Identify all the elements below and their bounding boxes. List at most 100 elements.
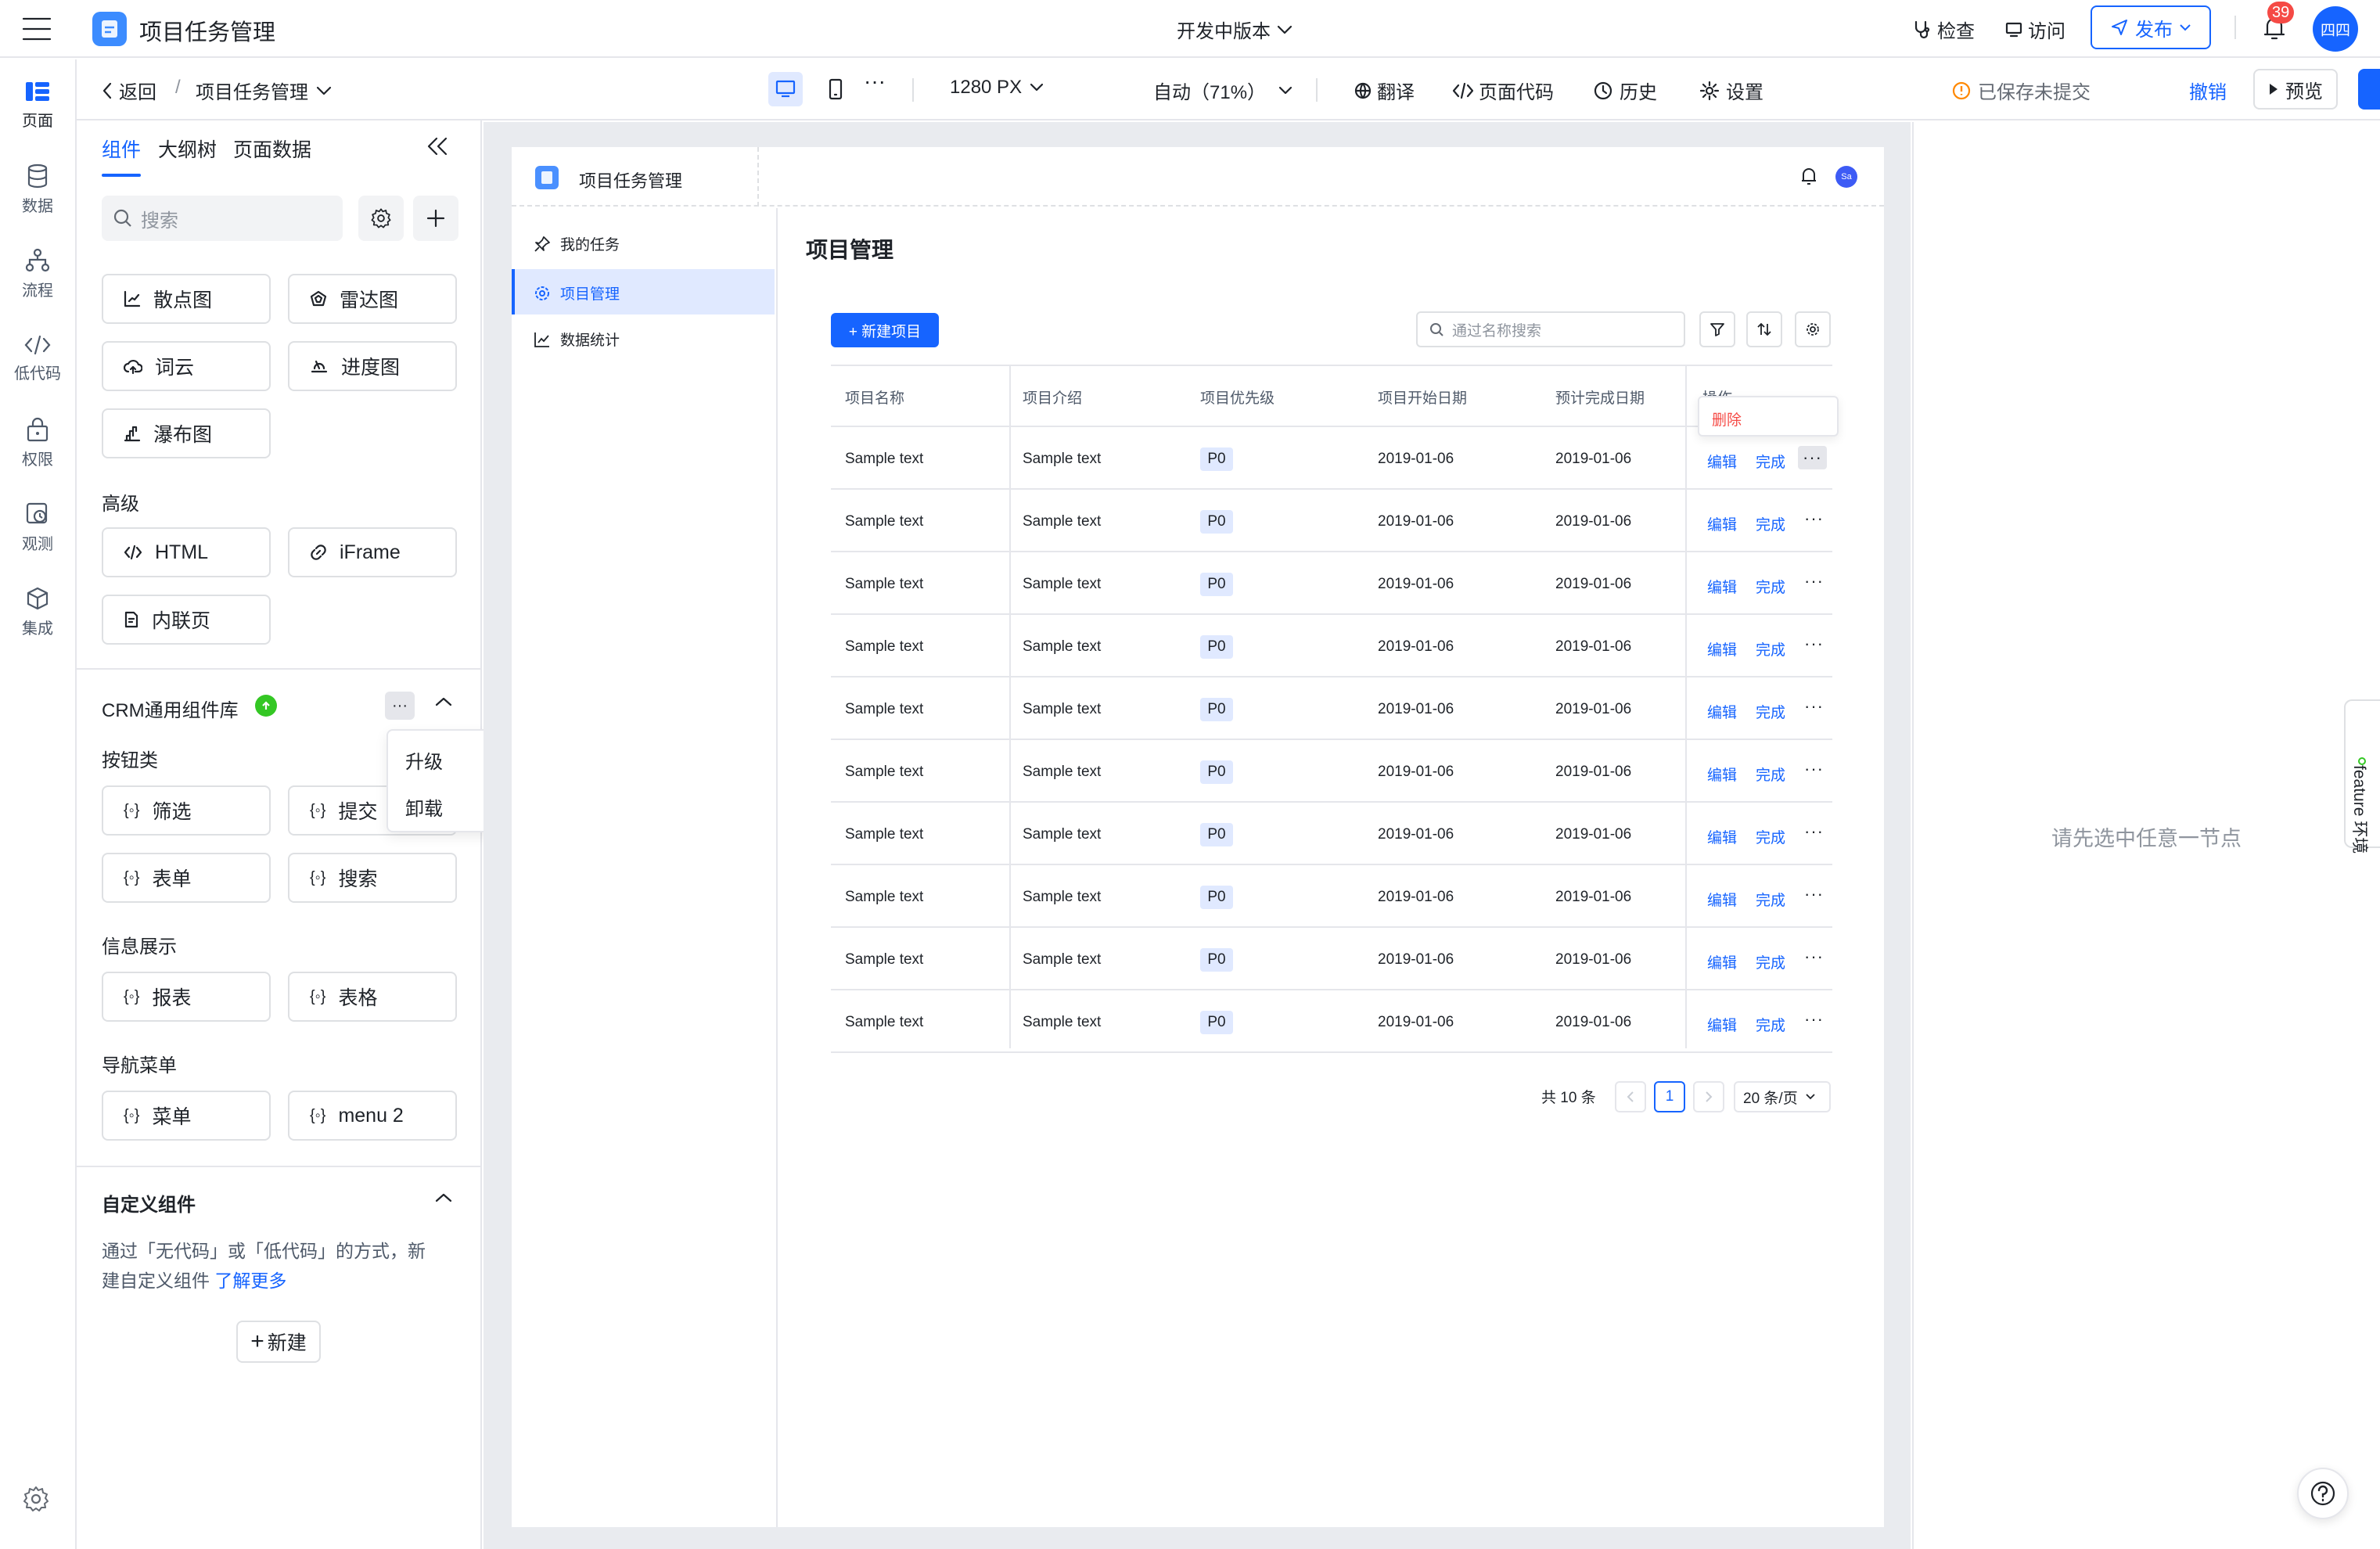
inspect-button[interactable]: 检查 xyxy=(1912,16,1975,43)
component-inline-page[interactable]: 内联页 xyxy=(102,595,271,645)
row-more-icon[interactable]: ··· xyxy=(1804,884,1824,904)
complete-action[interactable]: 完成 xyxy=(1756,764,1785,785)
add-component-button[interactable] xyxy=(413,196,458,241)
row-more-icon[interactable]: ··· xyxy=(1798,446,1827,469)
page-button-current[interactable]: 1 xyxy=(1654,1081,1685,1112)
learn-more-link[interactable]: 了解更多 xyxy=(214,1270,286,1291)
history-button[interactable]: 历史 xyxy=(1593,77,1657,104)
nav-item-observe[interactable]: 观测 xyxy=(0,488,75,566)
component-radar-chart[interactable]: 雷达图 xyxy=(288,274,457,324)
new-custom-component-button[interactable]: + 新建 xyxy=(236,1321,321,1363)
table-settings-button[interactable] xyxy=(1795,311,1831,347)
edit-action[interactable]: 编辑 xyxy=(1707,451,1737,472)
component-iframe[interactable]: iFrame xyxy=(288,527,457,577)
crm-more-button[interactable]: ··· xyxy=(385,692,415,720)
chevron-up-icon[interactable] xyxy=(435,696,452,707)
row-more-icon[interactable]: ··· xyxy=(1804,571,1824,591)
nav-item-permission[interactable]: 权限 xyxy=(0,404,75,482)
edit-action[interactable]: 编辑 xyxy=(1707,576,1737,597)
filter-button[interactable] xyxy=(1699,311,1735,347)
help-button[interactable] xyxy=(2297,1468,2349,1519)
row-more-icon[interactable]: ··· xyxy=(1804,1009,1824,1030)
visit-button[interactable]: 访问 xyxy=(2004,16,2065,43)
edit-action[interactable]: 编辑 xyxy=(1707,764,1737,785)
component-form[interactable]: {◦} 表单 xyxy=(102,853,271,903)
component-scatter-chart[interactable]: 散点图 xyxy=(102,274,271,324)
more-options-icon[interactable]: ··· xyxy=(864,69,886,94)
settings-button[interactable]: 设置 xyxy=(1699,77,1763,104)
back-button[interactable]: 返回 xyxy=(102,77,156,104)
component-table[interactable]: {◦} 表格 xyxy=(288,972,457,1022)
tab-outline-tree[interactable]: 大纲树 xyxy=(158,135,217,163)
environment-tab[interactable]: feature 环境 xyxy=(2344,699,2380,854)
version-selector[interactable]: 开发中版本 xyxy=(1177,16,1292,43)
width-selector[interactable]: 1280 PX xyxy=(950,77,1044,99)
delete-action[interactable]: 删除 xyxy=(1712,408,1742,429)
nav-item-flow[interactable]: 流程 xyxy=(0,235,75,313)
preview-button[interactable]: 预览 xyxy=(2253,69,2338,110)
gear-icon[interactable] xyxy=(22,1485,50,1513)
component-waterfall-chart[interactable]: 瀑布图 xyxy=(102,408,271,458)
complete-action[interactable]: 完成 xyxy=(1756,951,1785,972)
component-filter[interactable]: {◦} 筛选 xyxy=(102,785,271,836)
edit-action[interactable]: 编辑 xyxy=(1707,826,1737,847)
complete-action[interactable]: 完成 xyxy=(1756,576,1785,597)
nav-item-lowcode[interactable]: 低代码 xyxy=(0,319,75,397)
search-input[interactable]: 搜索 xyxy=(102,196,343,241)
tab-components[interactable]: 组件 xyxy=(102,135,141,163)
edit-action[interactable]: 编辑 xyxy=(1707,889,1737,910)
app-menu-item-project-management[interactable]: 项目管理 xyxy=(512,269,775,314)
nav-item-data[interactable]: 数据 xyxy=(0,150,75,228)
app-menu-item-statistics[interactable]: 数据统计 xyxy=(534,329,620,350)
edit-action[interactable]: 编辑 xyxy=(1707,951,1737,972)
complete-action[interactable]: 完成 xyxy=(1756,826,1785,847)
prev-page-button[interactable] xyxy=(1615,1081,1646,1112)
row-more-icon[interactable]: ··· xyxy=(1804,634,1824,654)
row-more-icon[interactable]: ··· xyxy=(1804,759,1824,779)
row-more-icon[interactable]: ··· xyxy=(1804,947,1824,967)
page-code-button[interactable]: 页面代码 xyxy=(1452,77,1554,104)
desktop-view-icon[interactable] xyxy=(768,72,803,106)
hamburger-menu-icon[interactable] xyxy=(22,16,52,42)
mobile-view-icon[interactable] xyxy=(818,72,853,106)
submit-button[interactable]: 提交 xyxy=(2358,69,2380,110)
nav-item-page[interactable]: 页面 xyxy=(0,66,75,144)
edit-action[interactable]: 编辑 xyxy=(1707,638,1737,659)
app-menu-item-my-tasks[interactable]: 我的任务 xyxy=(534,233,620,254)
bell-icon[interactable] xyxy=(1799,166,1818,186)
collapse-panel-icon[interactable] xyxy=(426,136,449,156)
translate-button[interactable]: 翻译 xyxy=(1354,77,1415,104)
component-progress-chart[interactable]: 进度图 xyxy=(288,341,457,391)
row-more-icon[interactable]: ··· xyxy=(1804,821,1824,842)
complete-action[interactable]: 完成 xyxy=(1756,701,1785,722)
component-menu[interactable]: {◦} 菜单 xyxy=(102,1091,271,1141)
sort-button[interactable] xyxy=(1746,311,1782,347)
complete-action[interactable]: 完成 xyxy=(1756,638,1785,659)
complete-action[interactable]: 完成 xyxy=(1756,1014,1785,1035)
menu-item-upgrade[interactable]: 升级 xyxy=(405,746,443,774)
panel-settings-button[interactable] xyxy=(358,196,404,241)
row-more-icon[interactable]: ··· xyxy=(1804,509,1824,529)
edit-action[interactable]: 编辑 xyxy=(1707,701,1737,722)
component-search[interactable]: {◦} 搜索 xyxy=(288,853,457,903)
component-word-cloud[interactable]: 词云 xyxy=(102,341,271,391)
page-size-select[interactable]: 20 条/页 xyxy=(1734,1081,1831,1112)
chevron-up-icon[interactable] xyxy=(435,1192,452,1203)
complete-action[interactable]: 完成 xyxy=(1756,889,1785,910)
tab-page-data[interactable]: 页面数据 xyxy=(233,135,311,163)
menu-item-uninstall[interactable]: 卸载 xyxy=(405,793,443,821)
nav-item-integration[interactable]: 集成 xyxy=(0,573,75,651)
edit-action[interactable]: 编辑 xyxy=(1707,513,1737,534)
row-more-icon[interactable]: ··· xyxy=(1804,696,1824,717)
zoom-selector[interactable]: 自动（71%） xyxy=(1153,77,1292,104)
component-html[interactable]: HTML xyxy=(102,527,271,577)
user-avatar[interactable]: Sa xyxy=(1835,166,1857,188)
revoke-button[interactable]: 撤销 xyxy=(2189,77,2227,104)
publish-button[interactable]: 发布 xyxy=(2091,5,2211,49)
page-selector[interactable]: 项目任务管理 xyxy=(196,77,332,104)
edit-action[interactable]: 编辑 xyxy=(1707,1014,1737,1035)
new-project-button[interactable]: + 新建项目 xyxy=(831,313,939,347)
component-menu-2[interactable]: {◦} menu 2 xyxy=(288,1091,457,1141)
avatar[interactable]: 四四 xyxy=(2313,6,2358,52)
complete-action[interactable]: 完成 xyxy=(1756,451,1785,472)
